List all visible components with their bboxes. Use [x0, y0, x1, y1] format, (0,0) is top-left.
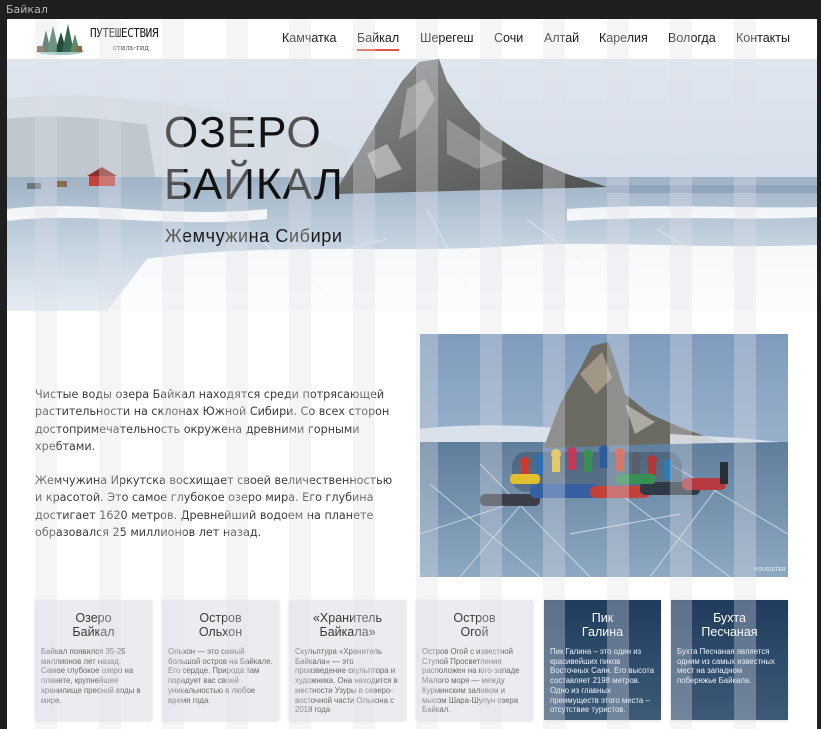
card-text: Пик Галина – это один из красивейших пик… [550, 647, 655, 715]
card-title-line: Галина [581, 624, 624, 639]
card-title-line: Байкал [72, 624, 115, 639]
card-text: Скульптура «Хранитель Байкала» — это про… [295, 647, 398, 715]
nav-item-altai[interactable]: Алтай [544, 31, 579, 45]
hero-title-line1: ОЗЕРО [164, 108, 322, 157]
nav-item-karelia[interactable]: Карелия [599, 31, 648, 45]
card-lake-baikal[interactable]: Озеро Байкал Байкал появился 35-25 милли… [35, 600, 152, 720]
header: ПУТЕШЕСТВИЯ стиль-гид Камчатка Байкал Ше… [7, 19, 817, 59]
card-title: Бухта Песчаная [671, 611, 788, 639]
nav-item-vologda[interactable]: Вологда [668, 31, 716, 45]
card-title-line: «Хранитель [312, 611, 382, 625]
card-title: «Хранитель Байкала» [289, 611, 406, 639]
nav-item-sheregesh[interactable]: Шерегеш [420, 31, 474, 45]
intro-paragraph: Чистые воды озера Байкал находятся среди… [35, 388, 390, 453]
places-cards: Озеро Байкал Байкал появился 35-25 милли… [35, 600, 795, 720]
hero-title: ОЗЕРО БАЙКАЛ [164, 107, 344, 211]
card-galina-peak[interactable]: Пик Галина Пик Галина – это один из крас… [544, 600, 661, 720]
card-title-line: Огой [460, 624, 489, 639]
nav-item-sochi[interactable]: Сочи [494, 31, 523, 45]
card-title: Остров Огой [416, 611, 533, 639]
card-text: Остров Огой с известной Ступой Просветле… [422, 647, 520, 715]
forest-logo-icon [36, 24, 84, 55]
hero-title-line2: БАЙКАЛ [164, 160, 344, 209]
card-text: Бухта Песчаная является одним из самых и… [677, 647, 775, 686]
card-ogoy-island[interactable]: Остров Огой Остров Огой с известной Ступ… [416, 600, 533, 720]
nav-item-contacts[interactable]: Контакты [736, 31, 790, 45]
card-title-line: Байкала» [319, 624, 376, 639]
card-title: Пик Галина [544, 611, 661, 639]
hero-subtitle: Жемчужина Сибири [165, 226, 343, 246]
card-text: Байкал появился 35-25 миллионов лет наза… [41, 647, 141, 705]
intro-paragraph: Жемчужина Иркутска восхищает своей велич… [35, 474, 393, 540]
window-title: Байкал [6, 3, 48, 16]
photo-credit: YOUSISTER [754, 567, 786, 573]
card-title-line: Озеро [75, 611, 112, 625]
card-olkhon-island[interactable]: Остров Ольхон Ольхон — это самый большой… [162, 600, 279, 720]
nav-item-kamchatka[interactable]: Камчатка [282, 31, 336, 45]
card-keeper-of-baikal[interactable]: «Хранитель Байкала» Скульптура «Хранител… [289, 600, 406, 720]
card-title-line: Бухта [713, 611, 746, 625]
card-text: Ольхон — это самый большой остров на Бай… [168, 647, 273, 705]
intro-text: Чистые воды озера Байкал находятся среди… [35, 386, 395, 541]
card-peschanaya-bay[interactable]: Бухта Песчаная Бухта Песчаная является о… [671, 600, 788, 720]
page: ПУТЕШЕСТВИЯ стиль-гид Камчатка Байкал Ше… [7, 19, 817, 729]
card-title: Озеро Байкал [35, 611, 152, 639]
logo[interactable]: ПУТЕШЕСТВИЯ стиль-гид [35, 22, 165, 56]
card-title-line: Песчаная [701, 624, 758, 639]
logo-subtitle: стиль-гид [113, 44, 149, 52]
card-title-line: Остров [199, 611, 242, 625]
hero-landscape-image [7, 59, 817, 311]
logo-title: ПУТЕШЕСТВИЯ [90, 26, 159, 40]
card-title: Остров Ольхон [162, 611, 279, 639]
card-title-line: Ольхон [198, 624, 243, 639]
ice-group-photo-image [420, 334, 788, 577]
nav-item-baikal[interactable]: Байкал [357, 31, 400, 51]
card-title-line: Остров [453, 611, 496, 625]
hero-banner: ОЗЕРО БАЙКАЛ Жемчужина Сибири [7, 59, 817, 311]
card-title-line: Пик [591, 611, 614, 625]
group-photo: YOUSISTER [420, 334, 788, 577]
